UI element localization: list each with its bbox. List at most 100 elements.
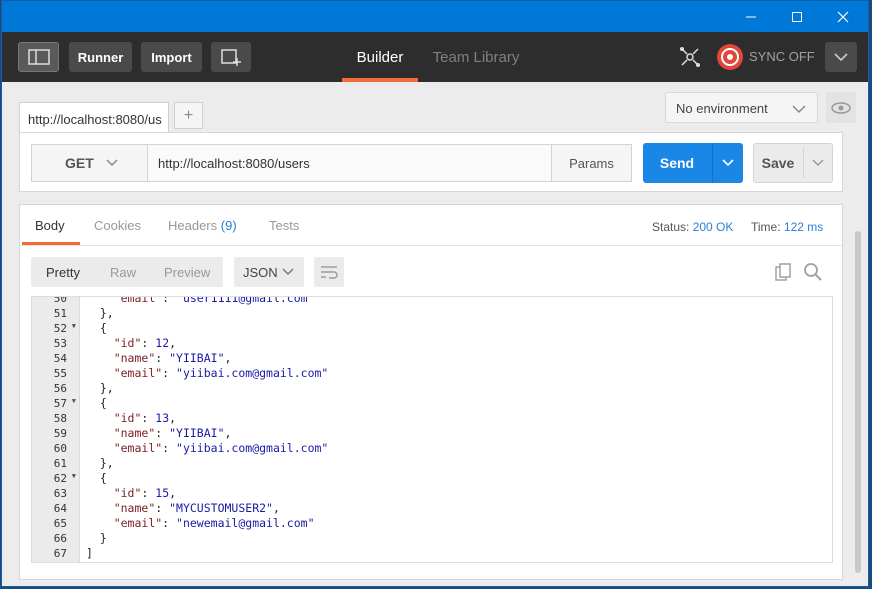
fold-toggle-icon[interactable]: ▼ bbox=[72, 397, 76, 405]
url-input[interactable]: http://localhost:8080/users bbox=[147, 144, 552, 182]
line-number: 61 bbox=[32, 456, 80, 471]
tab-builder[interactable]: Builder bbox=[342, 32, 418, 82]
user-menu-dropdown[interactable] bbox=[825, 42, 857, 72]
code-line: "id": 12, bbox=[113, 336, 177, 350]
copy-button[interactable] bbox=[774, 262, 794, 282]
request-tab[interactable]: http://localhost:8080/us bbox=[19, 102, 169, 132]
line-number: 52 ▼ bbox=[32, 321, 80, 336]
line-number: 64 bbox=[32, 501, 80, 516]
response-tabs-divider bbox=[20, 245, 842, 246]
line-number: 59 bbox=[32, 426, 80, 441]
main-toolbar: Runner Import Builder Team Library SYNC … bbox=[2, 32, 868, 82]
line-number: 62 ▼ bbox=[32, 471, 80, 486]
tab-headers[interactable]: Headers (9) bbox=[168, 205, 237, 245]
line-number: 51 bbox=[32, 306, 80, 321]
environment-select[interactable]: No environment bbox=[665, 92, 818, 123]
send-button[interactable]: Send bbox=[643, 143, 711, 183]
line-number: 58 bbox=[32, 411, 80, 426]
minimize-button[interactable] bbox=[728, 1, 774, 32]
fold-toggle-icon[interactable]: ▼ bbox=[72, 322, 76, 330]
tab-body[interactable]: Body bbox=[22, 205, 80, 245]
line-number-text: 56 bbox=[53, 382, 67, 395]
page-scrollbar[interactable] bbox=[855, 231, 861, 573]
chevron-down-icon bbox=[106, 159, 118, 167]
code-line: "email": "user1111@gmail.com" bbox=[113, 296, 315, 305]
add-tab-button[interactable]: + bbox=[174, 102, 203, 129]
line-number: 53 bbox=[32, 336, 80, 351]
sync-status-icon-wrap[interactable] bbox=[715, 42, 745, 72]
code-line: }, bbox=[86, 456, 114, 470]
save-button-group: Save bbox=[753, 143, 833, 183]
code-line: "name": "YIIBAI", bbox=[113, 426, 232, 440]
line-number: 56 bbox=[32, 381, 80, 396]
line-number-text: 53 bbox=[53, 337, 67, 350]
raw-button[interactable]: Raw bbox=[110, 257, 136, 287]
sidebar-toggle-button[interactable] bbox=[18, 42, 59, 72]
format-button-group: Pretty Raw Preview bbox=[31, 257, 223, 287]
send-button-group: Send bbox=[643, 143, 743, 183]
save-options-dropdown[interactable] bbox=[804, 144, 832, 182]
tab-team-library[interactable]: Team Library bbox=[430, 32, 522, 82]
time-value: 122 ms bbox=[783, 220, 824, 234]
request-tab-row: http://localhost:8080/us + No environmen… bbox=[2, 82, 868, 132]
search-button[interactable] bbox=[803, 262, 823, 282]
line-number-text: 65 bbox=[53, 517, 67, 530]
params-button[interactable]: Params bbox=[551, 144, 632, 182]
line-number-text: 50 bbox=[53, 296, 67, 305]
save-button[interactable]: Save bbox=[754, 144, 802, 182]
new-window-icon bbox=[221, 49, 241, 66]
wrap-lines-button[interactable] bbox=[314, 257, 344, 287]
import-button[interactable]: Import bbox=[141, 42, 202, 72]
language-select[interactable]: JSON bbox=[234, 257, 304, 287]
fold-toggle-icon[interactable]: ▼ bbox=[72, 472, 76, 480]
app-window: Runner Import Builder Team Library SYNC … bbox=[1, 0, 869, 587]
language-selected: JSON bbox=[243, 265, 278, 280]
close-button[interactable] bbox=[820, 1, 866, 32]
satellite-icon bbox=[680, 47, 700, 67]
line-number: 67 bbox=[32, 546, 80, 561]
pretty-button[interactable]: Pretty bbox=[46, 257, 80, 287]
line-number: 60 bbox=[32, 441, 80, 456]
line-number-text: 55 bbox=[53, 367, 67, 380]
tab-cookies[interactable]: Cookies bbox=[94, 205, 141, 245]
chevron-down-icon bbox=[722, 159, 734, 167]
line-number-text: 58 bbox=[53, 412, 67, 425]
line-number: 65 bbox=[32, 516, 80, 531]
code-line: } bbox=[86, 531, 107, 545]
line-number-text: 66 bbox=[53, 532, 67, 545]
code-line: "email": "newemail@gmail.com" bbox=[113, 516, 315, 530]
maximize-icon bbox=[792, 11, 802, 22]
search-icon bbox=[804, 263, 822, 281]
interceptor-button[interactable] bbox=[676, 43, 704, 71]
wrap-lines-icon bbox=[321, 266, 338, 279]
response-panel: Body Cookies Headers (9) Tests Status: 2… bbox=[19, 204, 843, 580]
time-label: Time: bbox=[751, 220, 781, 234]
tab-tests[interactable]: Tests bbox=[269, 205, 299, 245]
new-tab-button[interactable] bbox=[211, 42, 251, 72]
line-number-text: 59 bbox=[53, 427, 67, 440]
code-line: { bbox=[86, 321, 107, 335]
line-number: 55 bbox=[32, 366, 80, 381]
line-number: 50 bbox=[32, 296, 80, 306]
line-number: 66 bbox=[32, 531, 80, 546]
line-number: 54 bbox=[32, 351, 80, 366]
send-options-dropdown[interactable] bbox=[713, 143, 743, 183]
status-value: 200 OK bbox=[692, 220, 734, 234]
response-code-editor[interactable]: 50 51 52 ▼ 53 54 55 56 57 ▼ 58 59 60 61 62 ▼ 63 64 65 66 67 … bbox=[31, 296, 833, 563]
copy-icon bbox=[775, 263, 791, 281]
line-number-text: 51 bbox=[53, 307, 67, 320]
title-bar bbox=[2, 1, 868, 32]
code-line: "name": "MYCUSTOMUSER2", bbox=[113, 501, 280, 515]
method-select[interactable]: GET bbox=[31, 144, 148, 182]
code-line: "name": "YIIBAI", bbox=[113, 351, 232, 365]
line-number-text: 64 bbox=[53, 502, 67, 515]
code-line: { bbox=[86, 396, 107, 410]
code-line: "email": "yiibai.com@gmail.com" bbox=[113, 441, 329, 455]
close-icon bbox=[837, 11, 849, 22]
preview-button[interactable]: Preview bbox=[164, 257, 210, 287]
runner-button[interactable]: Runner bbox=[69, 42, 132, 72]
code-line: "id": 13, bbox=[113, 411, 177, 425]
environment-quick-look-button[interactable] bbox=[826, 92, 856, 123]
code-line: }, bbox=[86, 381, 114, 395]
maximize-button[interactable] bbox=[774, 1, 820, 32]
